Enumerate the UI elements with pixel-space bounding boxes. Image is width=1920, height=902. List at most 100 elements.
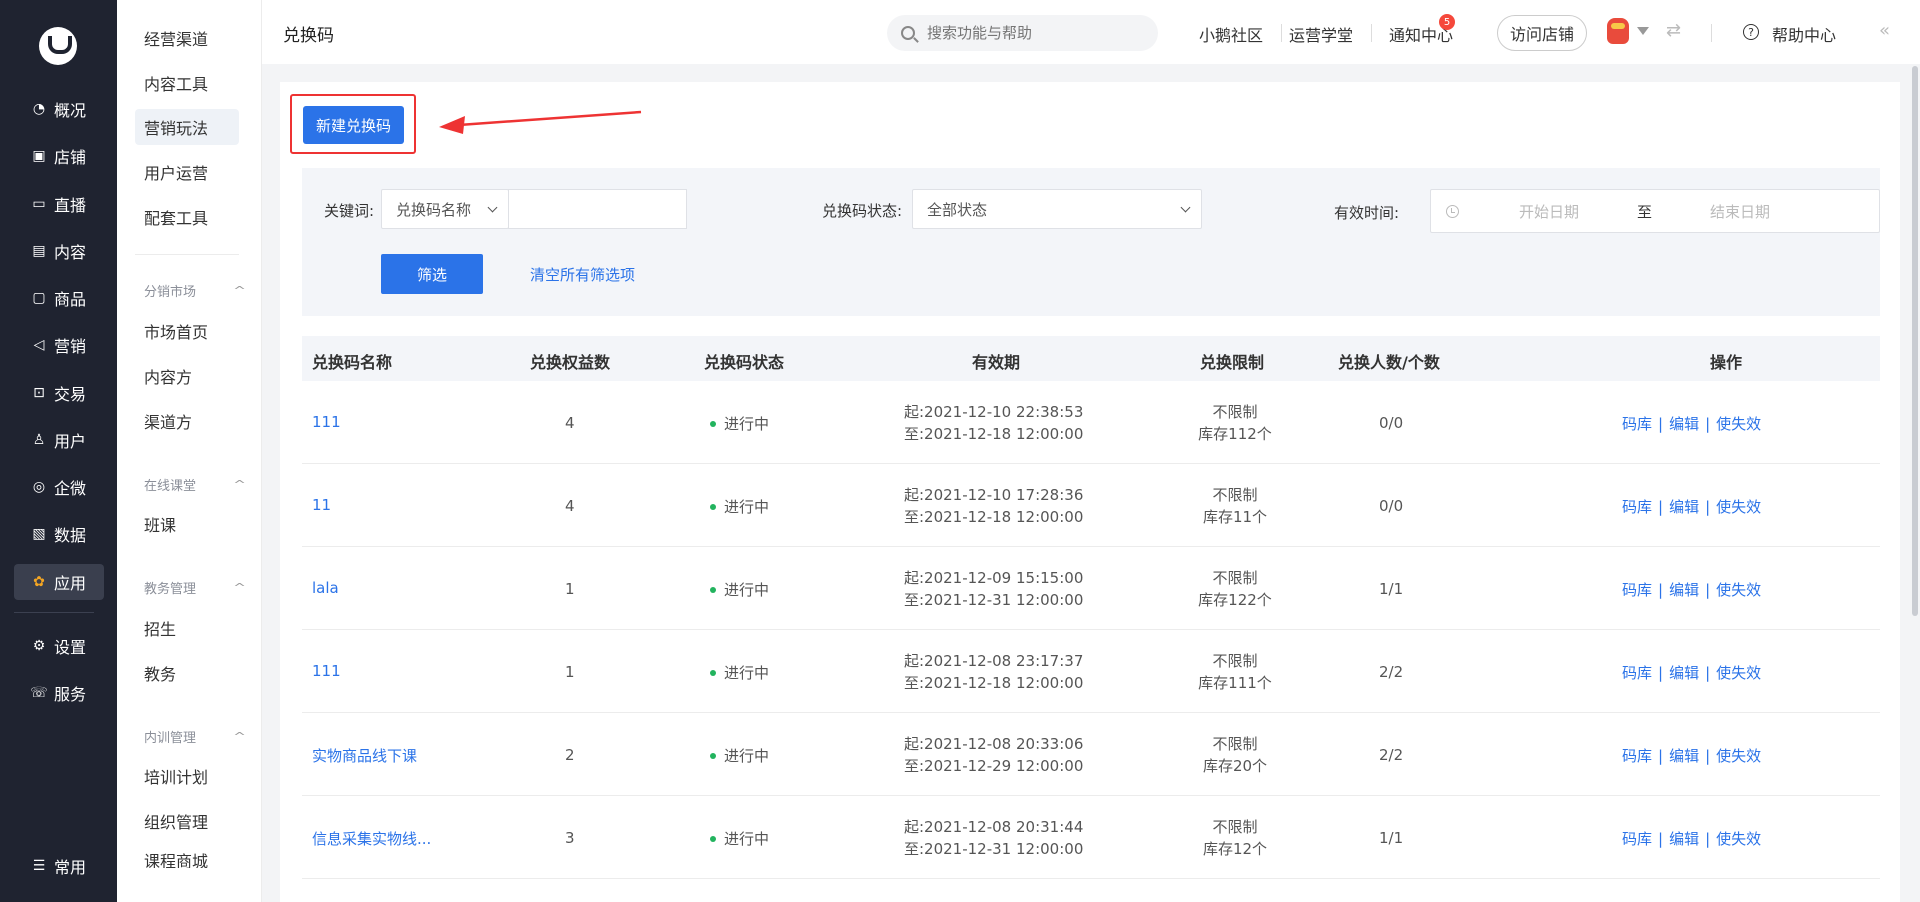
op-separator: |	[1705, 581, 1711, 599]
chevron-down-icon	[1180, 202, 1191, 213]
chevron-up-icon: ^	[232, 284, 246, 297]
edit-link[interactable]: 编辑	[1669, 664, 1699, 682]
side-item-class[interactable]: 班课	[135, 506, 239, 542]
status-badge: 进行中	[710, 828, 769, 849]
nav-item-overview[interactable]: ◔ 概况	[14, 91, 104, 127]
code-library-link[interactable]: 码库	[1622, 498, 1652, 516]
validity-period: 起:2021-12-08 23:17:37 至:2021-12-18 12:00:…	[904, 652, 1084, 692]
group-online-class[interactable]: 在线课堂 ^	[144, 475, 246, 494]
swap-icon[interactable]: ⇄	[1666, 20, 1681, 41]
nav-item-goods[interactable]: ▢ 商品	[14, 280, 104, 316]
invalidate-link[interactable]: 使失效	[1716, 415, 1761, 433]
nav-item-wecom[interactable]: ◎ 企微	[14, 469, 104, 505]
side-item-academic[interactable]: 教务	[135, 655, 239, 691]
nav-item-trade[interactable]: ⊡ 交易	[14, 375, 104, 411]
side-item-enroll[interactable]: 招生	[135, 610, 239, 646]
code-name-link[interactable]: 信息采集实物线...	[312, 828, 431, 849]
invalidate-link[interactable]: 使失效	[1716, 830, 1761, 848]
date-range-picker[interactable]: 开始日期 至 结束日期	[1430, 189, 1880, 233]
search-input[interactable]	[927, 24, 1127, 42]
start-date-input[interactable]: 开始日期	[1519, 201, 1579, 222]
nav-item-store[interactable]: ▣ 店铺	[14, 138, 104, 174]
nav-item-common[interactable]: ☰ 常用	[14, 848, 104, 884]
code-library-link[interactable]: 码库	[1622, 747, 1652, 765]
edit-link[interactable]: 编辑	[1669, 747, 1699, 765]
invalidate-link[interactable]: 使失效	[1716, 498, 1761, 516]
group-academic[interactable]: 教务管理 ^	[144, 578, 246, 597]
col-actions: 操作	[1710, 353, 1743, 372]
nav-item-apps[interactable]: ✿ 应用	[14, 564, 104, 600]
clear-filters-link[interactable]: 清空所有筛选项	[530, 264, 635, 285]
arrow-annotation-icon	[439, 110, 642, 134]
community-link[interactable]: 小鹅社区	[1199, 22, 1263, 46]
nav-item-marketing[interactable]: ◁ 营销	[14, 327, 104, 363]
redeem-limit: 不限制 库存20个	[1202, 735, 1268, 775]
side-item-course-mall[interactable]: 课程商城	[135, 848, 239, 868]
side-item-user-ops[interactable]: 用户运营	[135, 154, 239, 190]
keyword-input[interactable]	[508, 189, 687, 229]
side-item-marketing-play[interactable]: 营销玩法	[135, 109, 239, 145]
col-limit: 兑换限制	[1200, 353, 1265, 372]
invalidate-link[interactable]: 使失效	[1716, 664, 1761, 682]
nav-item-settings[interactable]: ⚙ 设置	[14, 628, 104, 664]
side-item-org-manage[interactable]: 组织管理	[135, 803, 239, 839]
code-name-link[interactable]: 实物商品线下课	[312, 745, 417, 766]
edit-link[interactable]: 编辑	[1669, 498, 1699, 516]
table-body: 111 4 进行中 起:2021-12-10 22:38:53 至:2021-12-18…	[302, 381, 1880, 879]
filter-button[interactable]: 筛选	[381, 254, 483, 294]
benefit-count: 1	[565, 580, 575, 598]
nav-item-user[interactable]: ♙ 用户	[14, 422, 104, 458]
redeemed-count: 0/0	[1379, 497, 1404, 515]
code-name-link[interactable]: 111	[312, 662, 341, 680]
code-library-link[interactable]: 码库	[1622, 581, 1652, 599]
side-item-support-tools[interactable]: 配套工具	[135, 199, 239, 235]
group-training[interactable]: 内训管理 ^	[144, 727, 246, 746]
side-item-training-plan[interactable]: 培训计划	[135, 758, 239, 794]
caret-down-icon[interactable]	[1637, 27, 1649, 35]
col-count: 兑换权益数	[530, 353, 611, 372]
group-distribution[interactable]: 分销市场 ^	[144, 281, 246, 300]
code-library-link[interactable]: 码库	[1622, 664, 1652, 682]
keyword-type-select[interactable]: 兑换码名称	[381, 189, 509, 229]
collapse-icon[interactable]: «	[1879, 20, 1890, 41]
data-icon: ▧	[32, 526, 46, 542]
side-item-channel[interactable]: 经营渠道	[135, 20, 239, 56]
invalidate-link[interactable]: 使失效	[1716, 581, 1761, 599]
end-date-input[interactable]: 结束日期	[1710, 201, 1770, 222]
side-item-content-tools[interactable]: 内容工具	[135, 65, 239, 101]
edit-link[interactable]: 编辑	[1669, 415, 1699, 433]
side-item-content-party[interactable]: 内容方	[135, 358, 239, 394]
header-divider	[1281, 24, 1282, 42]
gear-icon: ⚙	[32, 638, 46, 654]
edit-link[interactable]: 编辑	[1669, 830, 1699, 848]
side-item-channel-party[interactable]: 渠道方	[135, 403, 239, 439]
nav-item-service[interactable]: ☏ 服务	[14, 675, 104, 711]
vertical-scrollbar[interactable]	[1912, 66, 1918, 616]
redeemed-count: 1/1	[1379, 580, 1404, 598]
edit-link[interactable]: 编辑	[1669, 581, 1699, 599]
status-badge: 进行中	[710, 413, 769, 434]
redeem-limit: 不限制 库存112个	[1198, 403, 1272, 443]
wecom-icon: ◎	[32, 479, 46, 495]
search-box[interactable]	[887, 15, 1158, 51]
live-icon: ▭	[32, 196, 46, 212]
goods-icon: ▢	[32, 290, 46, 306]
nav-item-live[interactable]: ▭ 直播	[14, 186, 104, 222]
visit-store-button[interactable]: 访问店铺	[1497, 15, 1587, 51]
nav-item-content[interactable]: ▤ 内容	[14, 233, 104, 269]
academy-link[interactable]: 运营学堂	[1289, 22, 1353, 46]
code-name-link[interactable]: 11	[312, 496, 331, 514]
nav-item-data[interactable]: ▧ 数据	[14, 516, 104, 552]
red-packet-icon[interactable]	[1607, 18, 1629, 44]
code-library-link[interactable]: 码库	[1622, 830, 1652, 848]
logo-icon[interactable]	[39, 27, 77, 65]
status-dot-icon	[710, 586, 716, 593]
pie-chart-icon: ◔	[32, 101, 46, 117]
help-center-link[interactable]: 帮助中心	[1772, 22, 1836, 46]
code-library-link[interactable]: 码库	[1622, 415, 1652, 433]
status-select[interactable]: 全部状态	[912, 189, 1202, 229]
code-name-link[interactable]: lala	[312, 579, 339, 597]
code-name-link[interactable]: 111	[312, 413, 341, 431]
invalidate-link[interactable]: 使失效	[1716, 747, 1761, 765]
side-item-market-home[interactable]: 市场首页	[135, 313, 239, 349]
